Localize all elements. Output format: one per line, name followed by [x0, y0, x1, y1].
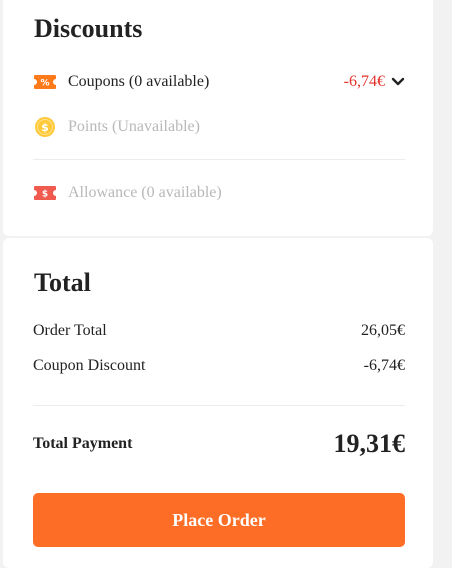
- coin-icon: $: [33, 116, 57, 138]
- place-order-button[interactable]: Place Order: [33, 493, 405, 547]
- coupon-discount-row: Coupon Discount -6,74€: [33, 357, 405, 375]
- coupons-row[interactable]: % Coupons (0 available) -6,74€: [33, 70, 405, 94]
- allowance-icon-glyph: $: [42, 190, 48, 200]
- points-label: Points (Unavailable): [68, 118, 200, 135]
- coupons-label: Coupons (0 available): [68, 73, 210, 90]
- total-title: Total: [34, 268, 91, 297]
- chevron-down-icon[interactable]: [391, 77, 405, 87]
- coupons-discount-amount: -6,74€: [343, 73, 385, 90]
- coupon-icon-glyph: %: [40, 79, 49, 89]
- discounts-card: Discounts % Coupons (0 available) -6,74€…: [3, 0, 433, 236]
- discounts-divider: [33, 159, 405, 160]
- total-payment-value: 19,31€: [333, 429, 406, 458]
- discounts-title: Discounts: [34, 14, 143, 43]
- order-total-value: 26,05€: [361, 322, 405, 339]
- total-card: Total Order Total 26,05€ Coupon Discount…: [3, 238, 433, 568]
- total-payment-row: Total Payment 19,31€: [33, 429, 405, 459]
- coupons-value[interactable]: -6,74€: [344, 73, 405, 91]
- order-total-row: Order Total 26,05€: [33, 322, 405, 340]
- coupon-discount-value: -6,74€: [363, 357, 405, 374]
- allowance-label: Allowance (0 available): [68, 184, 222, 201]
- allowance-row: $ Allowance (0 available): [33, 181, 405, 205]
- coupon-discount-label: Coupon Discount: [33, 357, 146, 374]
- coupon-ticket-icon: %: [33, 74, 57, 90]
- allowance-ticket-icon: $: [33, 185, 57, 201]
- order-total-label: Order Total: [33, 322, 107, 339]
- points-row: $ Points (Unavailable): [33, 115, 405, 139]
- coin-icon-glyph: $: [41, 121, 49, 134]
- total-divider: [33, 405, 405, 406]
- total-payment-label: Total Payment: [33, 435, 133, 452]
